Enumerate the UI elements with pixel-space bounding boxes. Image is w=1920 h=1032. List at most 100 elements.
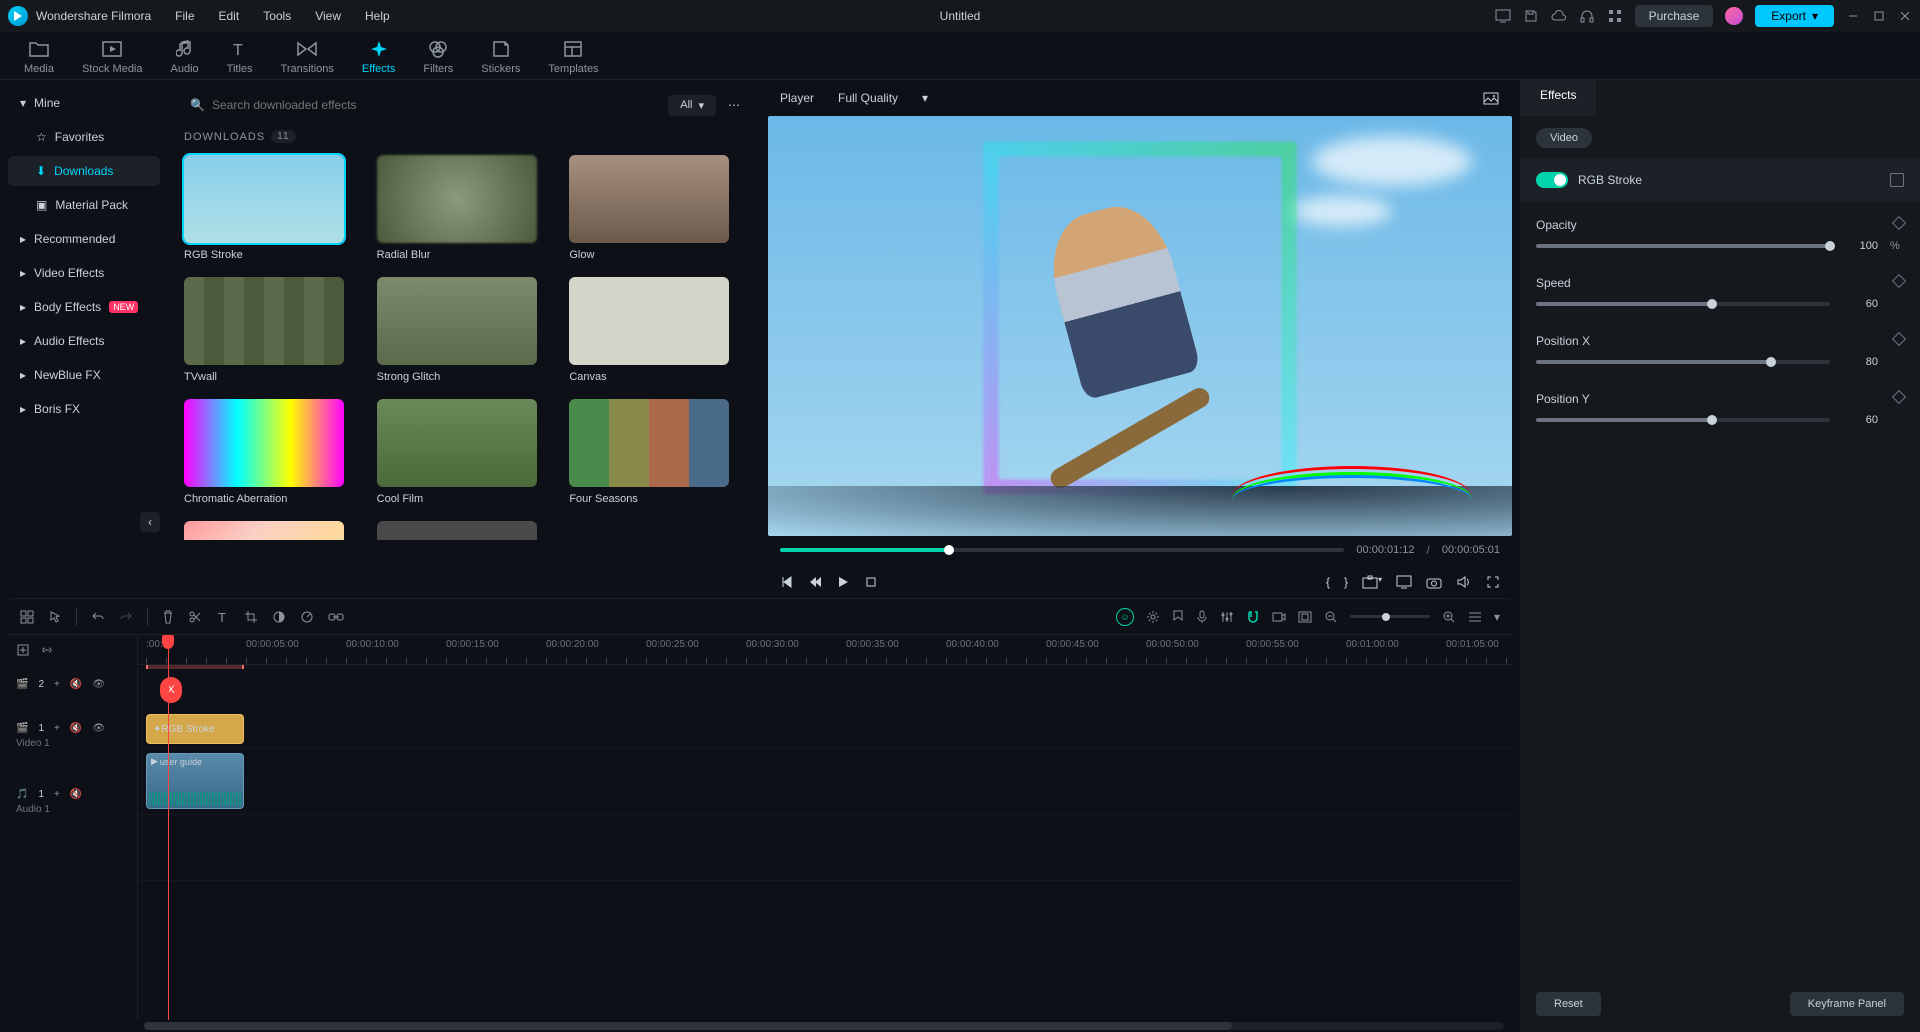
visibility-icon[interactable]: 👁 [92, 679, 105, 690]
prev-frame-button[interactable] [780, 575, 794, 589]
speed-icon[interactable] [300, 610, 314, 624]
save-icon[interactable] [1523, 8, 1539, 24]
cloud-icon[interactable] [1551, 8, 1567, 24]
sidebar-newblue[interactable]: ▸NewBlue FX [8, 360, 160, 390]
step-back-button[interactable] [808, 575, 822, 589]
add-icon[interactable]: + [54, 789, 60, 800]
sidebar-boris[interactable]: ▸Boris FX [8, 394, 160, 424]
snapshot-icon[interactable] [1482, 90, 1500, 106]
sidebar-video-effects[interactable]: ▸Video Effects [8, 258, 160, 288]
mark-out-button[interactable]: } [1344, 575, 1348, 589]
menu-view[interactable]: View [315, 9, 341, 23]
list-view-icon[interactable] [1468, 611, 1482, 623]
marker[interactable]: X [160, 677, 182, 703]
tab-stickers[interactable]: Stickers [481, 32, 520, 79]
text-tool-icon[interactable]: T [216, 610, 230, 624]
purchase-button[interactable]: Purchase [1635, 5, 1714, 27]
effect-clip[interactable]: ✦RGB Stroke [146, 714, 244, 744]
reset-effect-icon[interactable] [1890, 173, 1904, 187]
settings-icon[interactable] [1146, 610, 1160, 624]
playhead[interactable] [168, 635, 169, 1020]
position-y-slider[interactable] [1536, 418, 1830, 422]
effect-card[interactable]: TVwall [184, 277, 359, 383]
add-track-icon[interactable] [16, 643, 30, 657]
effect-card[interactable]: Canvas [569, 277, 744, 383]
tab-effects[interactable]: Effects [362, 32, 395, 79]
video-clip[interactable]: ▶user guide [146, 753, 244, 809]
mute-icon[interactable]: 🔇 [70, 789, 82, 800]
tab-titles[interactable]: TTitles [227, 32, 253, 79]
effect-toggle[interactable] [1536, 172, 1568, 188]
effect-card[interactable]: Chromatic Aberration [184, 399, 359, 505]
opacity-slider[interactable] [1536, 244, 1830, 248]
link-tracks-icon[interactable] [40, 644, 54, 656]
tab-audio[interactable]: Audio [171, 32, 199, 79]
track-row[interactable]: ✦RGB Stroke [138, 711, 1512, 749]
keyframe-button[interactable] [1892, 216, 1906, 230]
mute-icon[interactable]: 🔇 [70, 723, 82, 734]
param-value[interactable]: 60 [1842, 298, 1878, 310]
scrubber[interactable] [780, 548, 1344, 552]
zoom-in-icon[interactable] [1442, 610, 1456, 624]
visibility-icon[interactable]: 👁 [92, 723, 105, 734]
stop-button[interactable] [864, 575, 878, 589]
add-icon[interactable]: + [54, 679, 60, 690]
link-icon[interactable] [328, 611, 344, 623]
effect-card[interactable] [377, 521, 552, 540]
track-row[interactable] [138, 815, 1512, 881]
tab-transitions[interactable]: Transitions [281, 32, 334, 79]
range-indicator[interactable] [146, 665, 244, 669]
keyframe-button[interactable] [1892, 390, 1906, 404]
options-icon[interactable]: ▾ [1494, 610, 1500, 624]
mute-icon[interactable]: 🔇 [70, 679, 82, 690]
aspect-icon[interactable] [1298, 611, 1312, 623]
more-button[interactable]: ⋯ [724, 94, 744, 116]
effect-card[interactable]: RGB Stroke [184, 155, 359, 261]
filter-dropdown[interactable]: All▾ [668, 95, 716, 116]
menu-help[interactable]: Help [365, 9, 390, 23]
sidebar-material-pack[interactable]: ▣Material Pack [8, 190, 160, 220]
pointer-icon[interactable] [48, 610, 62, 624]
undo-icon[interactable] [91, 611, 105, 623]
effect-card[interactable]: Strong Glitch [377, 277, 552, 383]
tab-stock-media[interactable]: Stock Media [82, 32, 143, 79]
display-icon[interactable] [1396, 575, 1412, 589]
track-header-video[interactable]: 🎬1+🔇👁 Video 1 [8, 703, 137, 769]
maximize-icon[interactable] [1872, 9, 1886, 23]
export-frame-icon[interactable]: ▾ [1362, 575, 1382, 589]
menu-tools[interactable]: Tools [263, 9, 291, 23]
redo-icon[interactable] [119, 611, 133, 623]
fullscreen-icon[interactable] [1486, 575, 1500, 589]
keyframe-panel-button[interactable]: Keyframe Panel [1790, 992, 1904, 1016]
timeline-tracks[interactable]: :00:0000:00:05:0000:00:10:0000:00:15:000… [138, 635, 1512, 1020]
effect-card[interactable]: Cool Film [377, 399, 552, 505]
mixer-icon[interactable] [1220, 610, 1234, 624]
preview-viewport[interactable] [768, 116, 1512, 536]
effect-card[interactable]: Glow [569, 155, 744, 261]
play-button[interactable] [836, 575, 850, 589]
grid-icon[interactable] [20, 610, 34, 624]
effect-card[interactable]: Radial Blur [377, 155, 552, 261]
track-header-effect[interactable]: 🎬2 + 🔇 👁 [8, 665, 137, 703]
inspector-subtab-video[interactable]: Video [1536, 128, 1592, 148]
color-icon[interactable] [272, 610, 286, 624]
zoom-out-icon[interactable] [1324, 610, 1338, 624]
sidebar-recommended[interactable]: ▸Recommended [8, 224, 160, 254]
effect-card[interactable]: Four Seasons [569, 399, 744, 505]
minimize-icon[interactable] [1846, 9, 1860, 23]
search-input[interactable] [184, 92, 375, 118]
delete-icon[interactable] [162, 610, 174, 624]
zoom-slider[interactable] [1350, 615, 1430, 618]
position-x-slider[interactable] [1536, 360, 1830, 364]
menu-edit[interactable]: Edit [219, 9, 240, 23]
param-value[interactable]: 80 [1842, 356, 1878, 368]
mark-in-button[interactable]: { [1326, 575, 1330, 589]
marker-icon[interactable] [1172, 610, 1184, 624]
volume-icon[interactable] [1456, 575, 1472, 589]
export-button[interactable]: Export▾ [1755, 5, 1834, 27]
split-icon[interactable] [188, 610, 202, 624]
effect-card[interactable] [184, 521, 359, 540]
screen-icon[interactable] [1495, 8, 1511, 24]
keyframe-button[interactable] [1892, 274, 1906, 288]
quality-dropdown[interactable]: Full Quality▾ [830, 87, 936, 109]
